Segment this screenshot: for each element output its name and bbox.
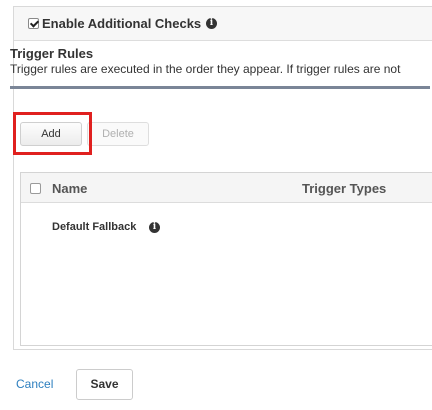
cancel-link[interactable]: Cancel <box>16 377 53 391</box>
panel-header-title: Enable Additional Checks <box>42 16 202 31</box>
info-icon[interactable]: i <box>149 222 160 233</box>
column-header-name[interactable]: Name <box>52 181 87 196</box>
info-icon[interactable]: i <box>206 18 217 29</box>
delete-button[interactable]: Delete <box>87 122 149 146</box>
table-header: Name Trigger Types <box>21 173 432 203</box>
section-description: Trigger rules are executed in the order … <box>10 62 401 76</box>
section-divider <box>10 86 430 89</box>
column-header-trigger-types[interactable]: Trigger Types <box>302 181 386 196</box>
panel-header: Enable Additional Checks i <box>14 7 432 41</box>
select-all-checkbox[interactable] <box>30 183 41 194</box>
table-row-default-fallback[interactable]: Default Fallback <box>52 221 136 233</box>
trigger-rules-table: Name Trigger Types Default Fallback i <box>20 172 432 346</box>
highlight-box <box>13 112 92 155</box>
enable-checks-checkbox[interactable] <box>28 18 39 29</box>
section-title: Trigger Rules <box>10 46 94 61</box>
save-button[interactable]: Save <box>76 369 133 400</box>
